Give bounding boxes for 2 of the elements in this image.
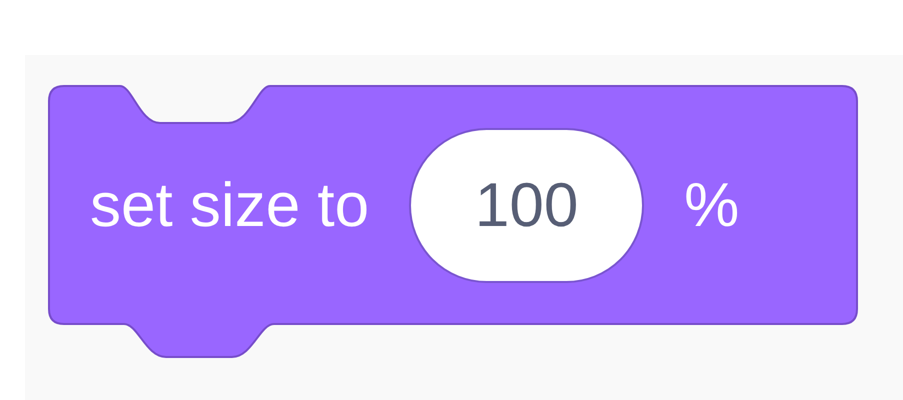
unit-label: % bbox=[684, 170, 740, 240]
block-label: set size to bbox=[90, 170, 370, 240]
